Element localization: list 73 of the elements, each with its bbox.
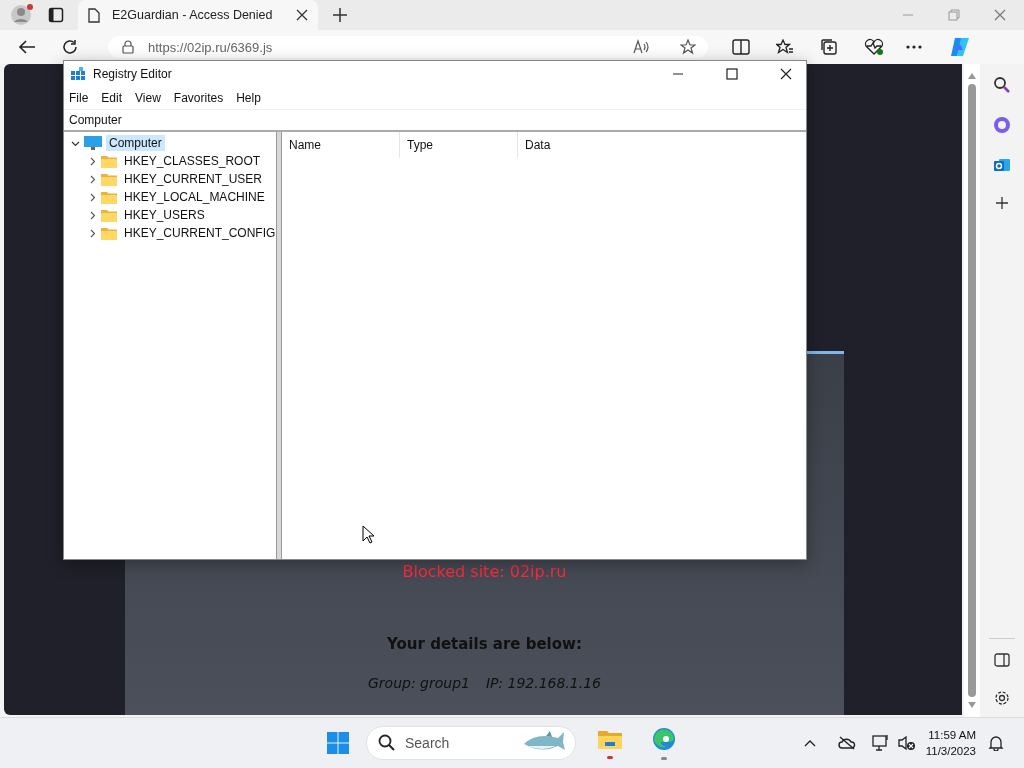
close-icon[interactable] [296,9,308,21]
profile-icon[interactable] [10,3,34,27]
group-text: Group: group1 [368,675,470,691]
browser-tab[interactable]: E2Guardian - Access Denied [78,0,318,30]
tree-item[interactable]: HKEY_USERS [121,207,208,223]
mouse-pointer-icon [362,525,374,544]
favorite-star-icon[interactable] [680,39,696,55]
tree-item[interactable]: Computer [106,135,165,151]
details-heading: Your details are below: [386,635,583,653]
column-header[interactable]: Type [400,132,518,158]
settings-icon[interactable] [993,689,1011,707]
notification-bell-icon[interactable] [988,735,1004,751]
scroll-up-icon[interactable] [967,72,977,80]
chevron-icon[interactable] [88,174,97,184]
folder-icon [101,226,117,240]
scrollbar[interactable] [964,64,980,717]
tree-item[interactable]: HKEY_CLASSES_ROOT [121,153,264,169]
lock-icon [122,40,134,54]
heart-pulse-icon[interactable] [864,38,884,56]
edge-icon [652,726,676,751]
new-tab-icon[interactable] [332,7,348,23]
tree-item[interactable]: HKEY_CURRENT_CONFIG [121,225,279,241]
window-title: Registry Editor [93,67,172,81]
page-icon [88,7,100,23]
close-icon[interactable] [780,68,792,80]
back-icon[interactable] [18,39,36,55]
chevron-icon[interactable] [88,228,97,238]
address-field[interactable]: https://02ip.ru/6369.js [108,36,708,58]
tree-item[interactable]: HKEY_CURRENT_USER [121,171,266,187]
folder-icon [101,190,117,204]
start-icon[interactable] [326,731,350,755]
menu-item[interactable]: Edit [101,91,123,105]
split-screen-icon[interactable] [732,39,750,55]
maximize-icon[interactable] [726,68,738,80]
clock[interactable]: 11:59 AM 11/3/2023 [925,727,976,759]
cloud-icon[interactable] [837,736,856,750]
time-text: 11:59 AM [928,728,976,743]
date-text: 11/3/2023 [925,744,976,759]
volume-muted-icon[interactable] [897,735,916,751]
read-aloud-icon[interactable] [632,39,650,55]
caret-up-icon[interactable] [803,739,816,747]
menu-item[interactable]: File [69,91,89,105]
collections-icon[interactable] [820,38,838,56]
folder-icon [101,154,117,168]
add-icon[interactable] [995,196,1009,210]
scroll-thumb[interactable] [968,84,976,697]
menu-item[interactable]: Favorites [173,91,224,105]
favorites-icon[interactable] [776,39,794,55]
sidebar-panel-icon[interactable] [994,653,1010,667]
chevron-icon[interactable] [88,210,97,220]
ip-text: IP: 192.168.1.16 [486,675,601,691]
more-icon[interactable] [906,45,922,49]
folder-icon [101,172,117,186]
ring-app-icon[interactable] [993,116,1011,134]
tab-actions-icon[interactable] [48,7,64,23]
network-icon[interactable] [871,734,890,752]
tree-item[interactable]: HKEY_LOCAL_MACHINE [121,189,268,205]
blocked-site-message: Blocked site: 02ip.ru [401,562,568,581]
mail-app-icon[interactable] [993,156,1011,174]
column-header[interactable]: Data [518,132,636,158]
taskbar-search-field[interactable]: Search [366,726,576,760]
folder-icon [101,208,117,222]
refresh-icon[interactable] [62,39,78,55]
search-icon [378,734,396,752]
search-icon[interactable] [993,76,1011,94]
menu-item[interactable]: Help [236,91,261,105]
registry-icon [71,67,85,81]
monitor-icon [84,136,102,150]
menu-item[interactable]: View [135,91,161,105]
chevron-icon[interactable] [88,192,97,202]
chevron-icon[interactable] [88,156,97,166]
scroll-down-icon[interactable] [967,701,977,709]
column-header[interactable]: Name [282,132,400,158]
